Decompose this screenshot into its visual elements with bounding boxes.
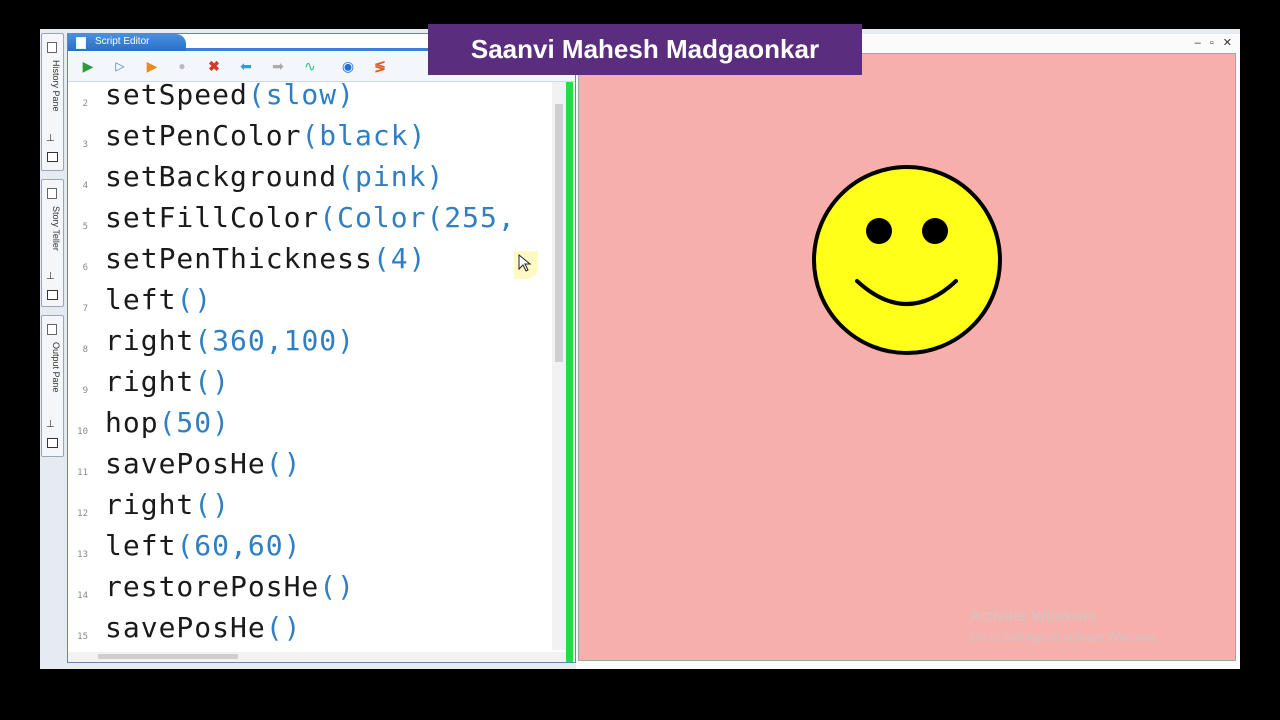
scrollbar-thumb[interactable]: [555, 104, 563, 362]
code-line: 6 setPenThickness(4): [68, 242, 552, 287]
name-banner: Saanvi Mahesh Madgaonkar: [428, 24, 862, 75]
code-area[interactable]: 2 setSpeed(slow) 3 setPenColor(black) 4 …: [68, 82, 552, 650]
minimize-button[interactable]: –: [1195, 37, 1201, 49]
redo-icon[interactable]: ➡: [270, 58, 286, 74]
code-line: 12 right(): [68, 488, 552, 533]
code-line: 11 savePosHe(): [68, 447, 552, 492]
script-editor-tab[interactable]: Script Editor: [68, 34, 186, 51]
code-line: 7 left(): [68, 283, 552, 328]
line-number: 4: [82, 181, 88, 191]
code-line: 3 setPenColor(black): [68, 119, 552, 164]
line-number: 11: [77, 468, 88, 478]
line-number: 9: [82, 386, 88, 396]
line-number: 8: [82, 345, 88, 355]
code-line: 8 right(360,100): [68, 324, 552, 369]
document-icon: [76, 37, 86, 49]
side-pane-strip: History Pane ⊥ Story Teller ⊥ Output Pan…: [40, 33, 64, 669]
activate-windows-watermark: Activate Windows Go to Settings to activ…: [970, 608, 1159, 644]
kojo-app-window: History Pane ⊥ Story Teller ⊥ Output Pan…: [40, 29, 1240, 669]
line-number: 2: [82, 99, 88, 109]
code-text[interactable]: right(360,100): [105, 324, 355, 357]
code-text[interactable]: right(): [105, 365, 230, 398]
code-line: 14 restorePosHe(): [68, 570, 552, 615]
pane-icon: [47, 324, 57, 335]
line-number: 6: [82, 263, 88, 273]
smiley-face-drawing: [812, 165, 1002, 355]
banner-name: Saanvi Mahesh Madgaonkar: [470, 34, 820, 64]
vertical-scrollbar[interactable]: [552, 82, 566, 650]
pin-icon[interactable]: ⊥: [46, 272, 55, 282]
watermark-title: Activate Windows: [970, 608, 1097, 625]
script-editor-title: Script Editor: [95, 36, 150, 47]
history-pane-label: History Pane: [51, 60, 61, 112]
output-pane-tab[interactable]: Output Pane ⊥: [41, 315, 64, 457]
code-line: 15 savePosHe(): [68, 611, 552, 650]
output-pane-label: Output Pane: [51, 342, 61, 393]
scrollbar-thumb[interactable]: [98, 654, 238, 659]
clear-icon[interactable]: ✖: [206, 58, 222, 74]
restore-button[interactable]: ▫: [1210, 37, 1214, 49]
debug-icon[interactable]: ≶: [372, 58, 388, 74]
line-number: 12: [77, 509, 88, 519]
code-line: 5 setFillColor(Color(255,: [68, 201, 552, 246]
status-indicator-bar: [566, 82, 573, 662]
script-editor: Script Editor ▶ ▷ ▶ ● ✖ ⬅ ➡ ∿ ◉ ≶ 2 setS…: [67, 33, 576, 663]
code-text[interactable]: left(60,60): [105, 529, 301, 562]
dock-icon[interactable]: [47, 290, 58, 300]
code-text[interactable]: setBackground(pink): [105, 160, 444, 193]
line-number: 3: [82, 140, 88, 150]
code-line: 9 right(): [68, 365, 552, 410]
story-teller-tab[interactable]: Story Teller ⊥: [41, 179, 64, 307]
line-number: 7: [82, 304, 88, 314]
code-text[interactable]: setSpeed(slow): [105, 82, 355, 111]
pane-icon: [47, 42, 57, 53]
mouse-cursor-icon: [514, 251, 538, 279]
code-line: 13 left(60,60): [68, 529, 552, 574]
code-line: 2 setSpeed(slow): [68, 82, 552, 123]
code-text[interactable]: setFillColor(Color(255,: [105, 201, 516, 234]
code-text[interactable]: left(): [105, 283, 212, 316]
line-number: 13: [77, 550, 88, 560]
pin-icon[interactable]: ⊥: [46, 134, 55, 144]
story-teller-label: Story Teller: [51, 206, 61, 251]
close-button[interactable]: ✕: [1223, 37, 1232, 49]
line-number: 15: [77, 632, 88, 642]
format-icon[interactable]: ∿: [302, 58, 318, 74]
smiley-face-circle: [812, 165, 1002, 355]
run-step-icon[interactable]: ▶: [144, 58, 160, 74]
right-eye: [922, 218, 948, 244]
history-pane-tab[interactable]: History Pane ⊥: [41, 33, 64, 171]
stop-icon[interactable]: ●: [174, 58, 190, 74]
code-text[interactable]: hop(50): [105, 406, 230, 439]
code-line: 4 setBackground(pink): [68, 160, 552, 205]
run-icon[interactable]: ▶: [80, 58, 96, 74]
code-text[interactable]: right(): [105, 488, 230, 521]
pane-icon: [47, 188, 57, 199]
drawing-canvas-panel: – ▫ ✕ Activate Windows Go to Settings to…: [576, 34, 1240, 669]
undo-icon[interactable]: ⬅: [238, 58, 254, 74]
pin-icon[interactable]: ⊥: [46, 420, 55, 430]
line-number: 14: [77, 591, 88, 601]
code-text[interactable]: setPenColor(black): [105, 119, 426, 152]
left-eye: [866, 218, 892, 244]
window-controls: – ▫ ✕: [1189, 36, 1232, 49]
code-text[interactable]: restorePosHe(): [105, 570, 355, 603]
code-text[interactable]: savePosHe(): [105, 611, 301, 644]
step-icon[interactable]: ▷: [112, 58, 128, 74]
watermark-subtitle: Go to Settings to activate Windows.: [970, 630, 1160, 644]
dock-icon[interactable]: [47, 152, 58, 162]
code-line: 10 hop(50): [68, 406, 552, 451]
code-text[interactable]: savePosHe(): [105, 447, 301, 480]
line-number: 10: [77, 427, 88, 437]
code-text[interactable]: setPenThickness(4): [105, 242, 426, 275]
line-number: 5: [82, 222, 88, 232]
dock-icon[interactable]: [47, 438, 58, 448]
globe-icon[interactable]: ◉: [340, 58, 356, 74]
horizontal-scrollbar[interactable]: [68, 652, 566, 662]
drawing-canvas[interactable]: Activate Windows Go to Settings to activ…: [578, 53, 1236, 661]
